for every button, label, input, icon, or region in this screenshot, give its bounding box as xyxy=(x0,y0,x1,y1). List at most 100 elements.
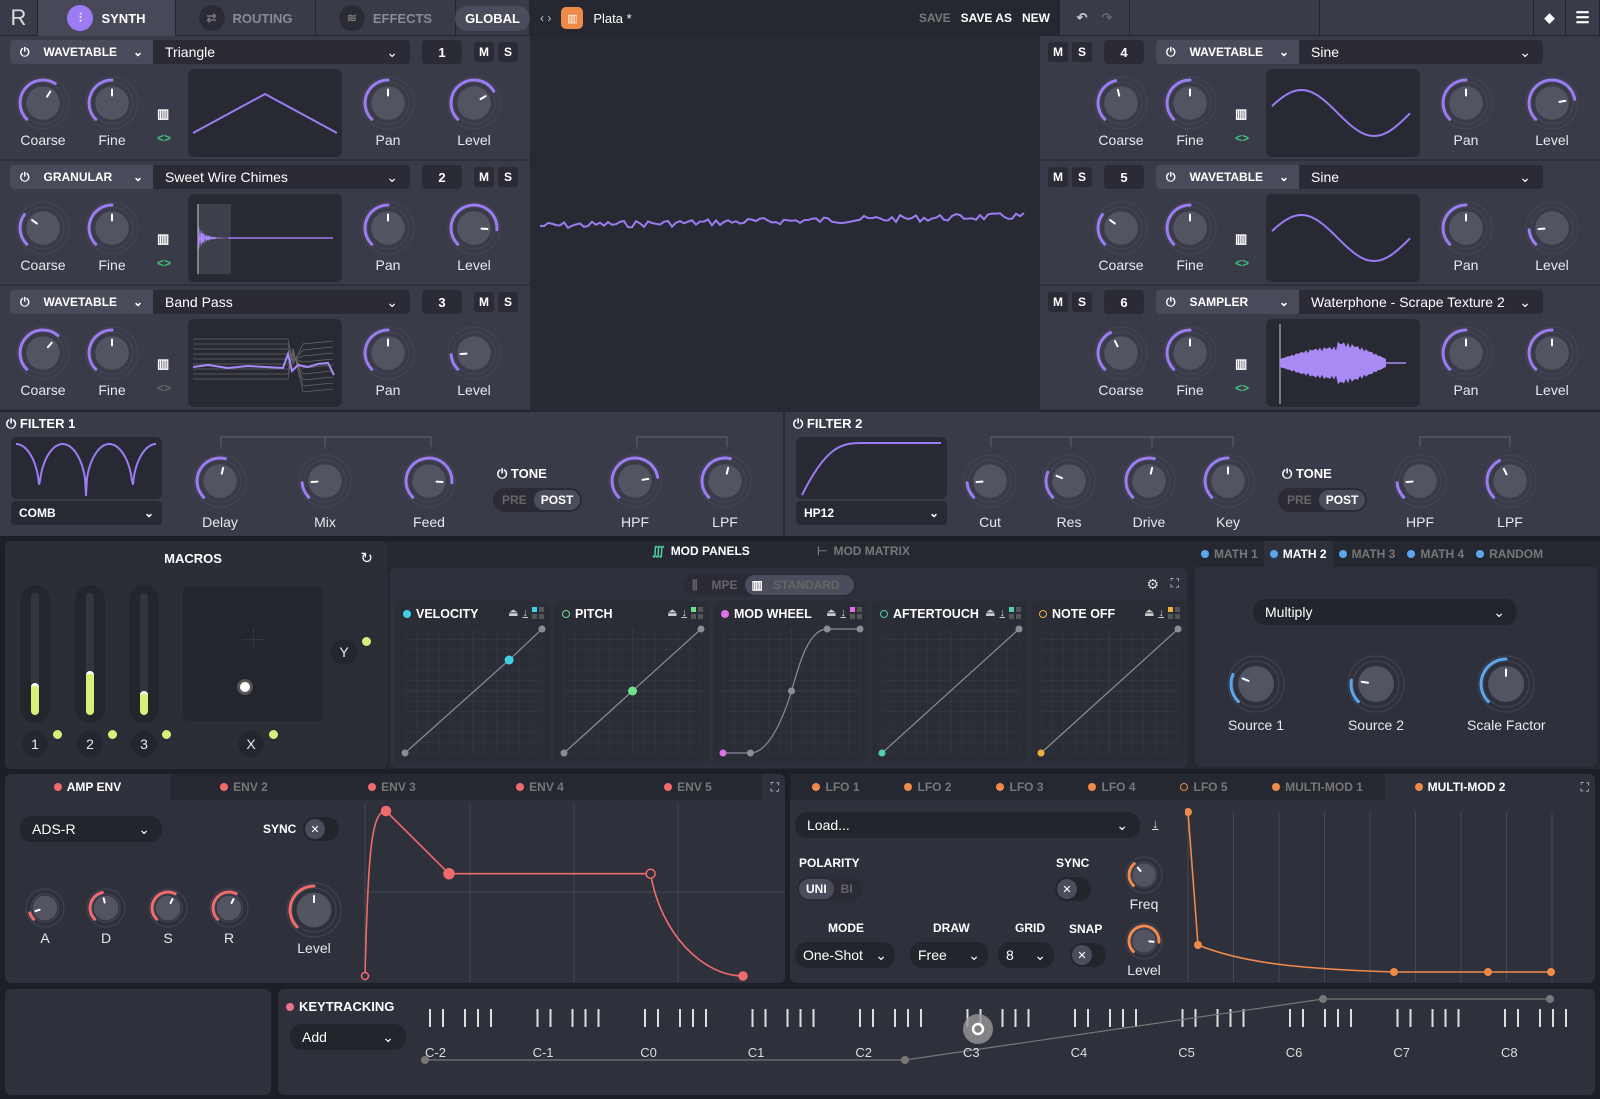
power-icon[interactable]: ⏻ xyxy=(20,45,30,60)
tab-env-5[interactable]: ENV 5 xyxy=(614,774,762,800)
assign-grid-icon[interactable] xyxy=(850,606,862,619)
coarse-knob[interactable]: Coarse xyxy=(1094,76,1148,148)
osc-preset-dropdown[interactable]: Sweet Wire Chimes ⌄ xyxy=(153,165,410,189)
code-arrows-icon[interactable]: <> xyxy=(1235,256,1249,270)
filter-2-type-dropdown[interactable]: HP12 ⌄ xyxy=(796,501,947,525)
solo-button[interactable]: S xyxy=(1072,167,1092,187)
pre-post-toggle[interactable]: PRE POST xyxy=(1278,488,1368,512)
download-icon[interactable]: ↓ xyxy=(1152,816,1159,831)
tone-knob-lpf[interactable]: LPF xyxy=(1483,454,1537,530)
level-knob[interactable]: Level xyxy=(447,76,501,148)
fine-knob[interactable]: Fine xyxy=(85,201,139,273)
tab-env-4[interactable]: ENV 4 xyxy=(466,774,614,800)
solo-button[interactable]: S xyxy=(498,42,518,62)
power-icon[interactable]: ⏻ xyxy=(1166,170,1176,185)
tab-multi-mod-2[interactable]: MULTI-MOD 2 xyxy=(1385,774,1535,800)
tone-label[interactable]: ⏻ TONE xyxy=(497,466,547,482)
undo-icon[interactable]: ↶ xyxy=(1077,10,1088,26)
tab-lfo-1[interactable]: LFO 1 xyxy=(790,774,882,800)
math-knob-3[interactable]: Scale Factor xyxy=(1467,655,1546,733)
curve-point[interactable] xyxy=(560,749,568,757)
pan-knob[interactable]: Pan xyxy=(361,76,415,148)
macro-label-3[interactable]: 3 xyxy=(131,731,157,757)
global-button[interactable]: GLOBAL xyxy=(455,0,530,36)
pan-knob[interactable]: Pan xyxy=(1439,76,1493,148)
macro-label-1[interactable]: 1 xyxy=(22,731,48,757)
curve-point[interactable] xyxy=(628,686,637,696)
math-knob-1[interactable]: Source 1 xyxy=(1227,655,1285,733)
tab-math-1[interactable]: MATH 1 xyxy=(1195,541,1264,567)
lfo-grid-dropdown[interactable]: 8 ⌄ xyxy=(998,942,1054,968)
mod-curve-graph[interactable] xyxy=(713,601,868,763)
lfo-point[interactable] xyxy=(1185,808,1192,816)
lfo-level-knob[interactable]: Level xyxy=(1125,922,1163,978)
pre-option[interactable]: PRE xyxy=(495,490,534,510)
filter-1-type-dropdown[interactable]: COMB ⌄ xyxy=(11,501,162,525)
level-knob[interactable]: Level xyxy=(447,326,501,398)
curve-point[interactable] xyxy=(401,749,409,757)
lfo-sync-toggle[interactable]: ✕ xyxy=(1055,877,1091,901)
code-arrows-icon[interactable]: <> xyxy=(1235,131,1249,145)
redo-icon[interactable]: ↷ xyxy=(1102,10,1113,26)
curve-point[interactable] xyxy=(823,625,831,633)
download-icon[interactable]: ↓ xyxy=(1159,607,1165,619)
mod-curve-graph[interactable] xyxy=(554,601,709,763)
mpe-option[interactable]: MPE xyxy=(705,575,745,595)
reset-icon[interactable]: ↻ xyxy=(360,549,373,567)
envelope-graph[interactable] xyxy=(360,804,785,982)
waveform-display[interactable] xyxy=(188,69,342,157)
solo-button[interactable]: S xyxy=(498,167,518,187)
pre-option[interactable]: PRE xyxy=(1280,490,1319,510)
lfo-point[interactable] xyxy=(1484,968,1492,976)
browse-arrows-icon[interactable]: ‹ › xyxy=(540,11,551,25)
assign-grid-icon[interactable] xyxy=(532,606,544,619)
mute-button[interactable]: M xyxy=(1048,167,1068,187)
power-icon[interactable]: ⏻ xyxy=(1282,466,1292,481)
env-mode-dropdown[interactable]: ADS-R ⌄ xyxy=(20,816,162,842)
osc-type-dropdown[interactable]: ⏻ SAMPLER ⌄ xyxy=(1156,290,1299,314)
filter-knob-cut[interactable]: Cut xyxy=(963,454,1017,530)
keytracking-mode-dropdown[interactable]: Add ⌄ xyxy=(290,1024,406,1050)
download-icon[interactable]: ↓ xyxy=(1000,607,1006,619)
mute-button[interactable]: M xyxy=(1048,292,1068,312)
tone-label[interactable]: ⏻ TONE xyxy=(1282,466,1332,482)
coarse-knob[interactable]: Coarse xyxy=(16,201,70,273)
tab-amp-env[interactable]: AMP ENV xyxy=(5,774,170,800)
envelope-point[interactable] xyxy=(443,867,455,880)
osc-preset-dropdown[interactable]: Triangle ⌄ xyxy=(153,40,410,64)
keyboard-track-icon[interactable]: ▥ xyxy=(1235,231,1247,247)
solo-button[interactable]: S xyxy=(1072,42,1092,62)
keyboard-track-icon[interactable]: ▥ xyxy=(1235,356,1247,372)
coarse-knob[interactable]: Coarse xyxy=(1094,326,1148,398)
power-icon[interactable]: ⏻ xyxy=(20,170,30,185)
tab-multi-mod-1[interactable]: MULTI-MOD 1 xyxy=(1250,774,1385,800)
assign-grid-icon[interactable] xyxy=(691,606,703,619)
tone-knob-hpf[interactable]: HPF xyxy=(608,454,662,530)
fine-knob[interactable]: Fine xyxy=(1163,326,1217,398)
env-knob-s[interactable]: S xyxy=(148,888,188,946)
pan-knob[interactable]: Pan xyxy=(361,326,415,398)
curve-point[interactable] xyxy=(538,625,546,633)
curve-point[interactable] xyxy=(746,749,754,757)
mute-button[interactable]: M xyxy=(474,292,494,312)
tab-lfo-3[interactable]: LFO 3 xyxy=(974,774,1066,800)
mod-curve-graph[interactable] xyxy=(872,601,1027,763)
post-option[interactable]: POST xyxy=(533,490,581,510)
pan-knob[interactable]: Pan xyxy=(1439,326,1493,398)
osc-type-dropdown[interactable]: ⏻ WAVETABLE ⌄ xyxy=(10,40,153,64)
tab-env-2[interactable]: ENV 2 xyxy=(170,774,318,800)
tab-mod-panels[interactable]: ∭ MOD PANELS xyxy=(652,544,750,558)
curve-point[interactable] xyxy=(697,625,705,633)
coarse-knob[interactable]: Coarse xyxy=(16,326,70,398)
folder-icon[interactable]: ⏏ xyxy=(508,606,518,619)
assign-grid-icon[interactable] xyxy=(1168,606,1180,619)
coarse-knob[interactable]: Coarse xyxy=(1094,201,1148,273)
uni-option[interactable]: UNI xyxy=(799,879,834,899)
preset-name[interactable]: Plata * xyxy=(593,11,631,26)
tab-math-2[interactable]: MATH 2 xyxy=(1263,541,1333,567)
pre-post-toggle[interactable]: PRE POST xyxy=(493,488,583,512)
env-knob-a[interactable]: A xyxy=(25,888,65,946)
power-icon[interactable]: ⏻ xyxy=(497,466,507,481)
envelope-point[interactable] xyxy=(380,805,392,817)
level-knob[interactable]: Level xyxy=(1525,76,1579,148)
